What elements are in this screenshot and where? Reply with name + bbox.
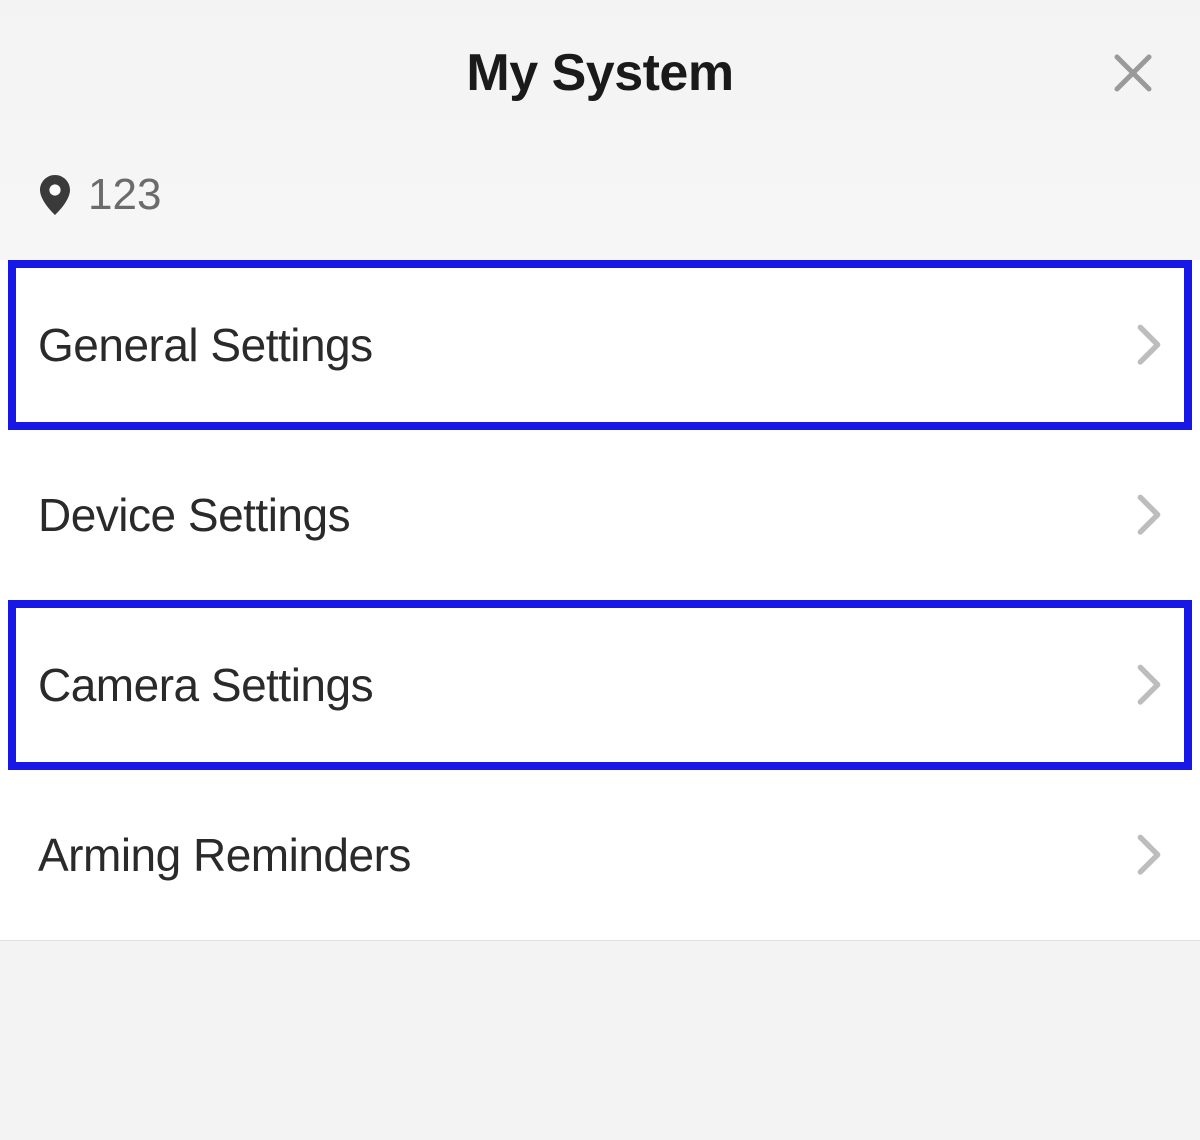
bottom-area [0,940,1200,1110]
settings-item-general[interactable]: General Settings [8,260,1192,430]
settings-label: General Settings [38,318,373,372]
close-icon [1111,51,1155,100]
chevron-right-icon [1136,323,1162,367]
settings-label: Camera Settings [38,658,373,712]
settings-item-arming-reminders[interactable]: Arming Reminders [0,770,1200,940]
settings-label: Device Settings [38,488,350,542]
settings-label: Arming Reminders [38,828,411,882]
location-text: 123 [88,170,161,220]
close-button[interactable] [1108,50,1158,100]
location-pin-icon [40,175,70,215]
header: My System [0,0,1200,145]
location-row: 123 [0,145,1200,260]
settings-list: General Settings Device Settings Camera … [0,260,1200,940]
page-title: My System [466,43,733,103]
chevron-right-icon [1136,833,1162,877]
chevron-right-icon [1136,493,1162,537]
settings-item-device[interactable]: Device Settings [0,430,1200,600]
settings-item-camera[interactable]: Camera Settings [8,600,1192,770]
chevron-right-icon [1136,663,1162,707]
